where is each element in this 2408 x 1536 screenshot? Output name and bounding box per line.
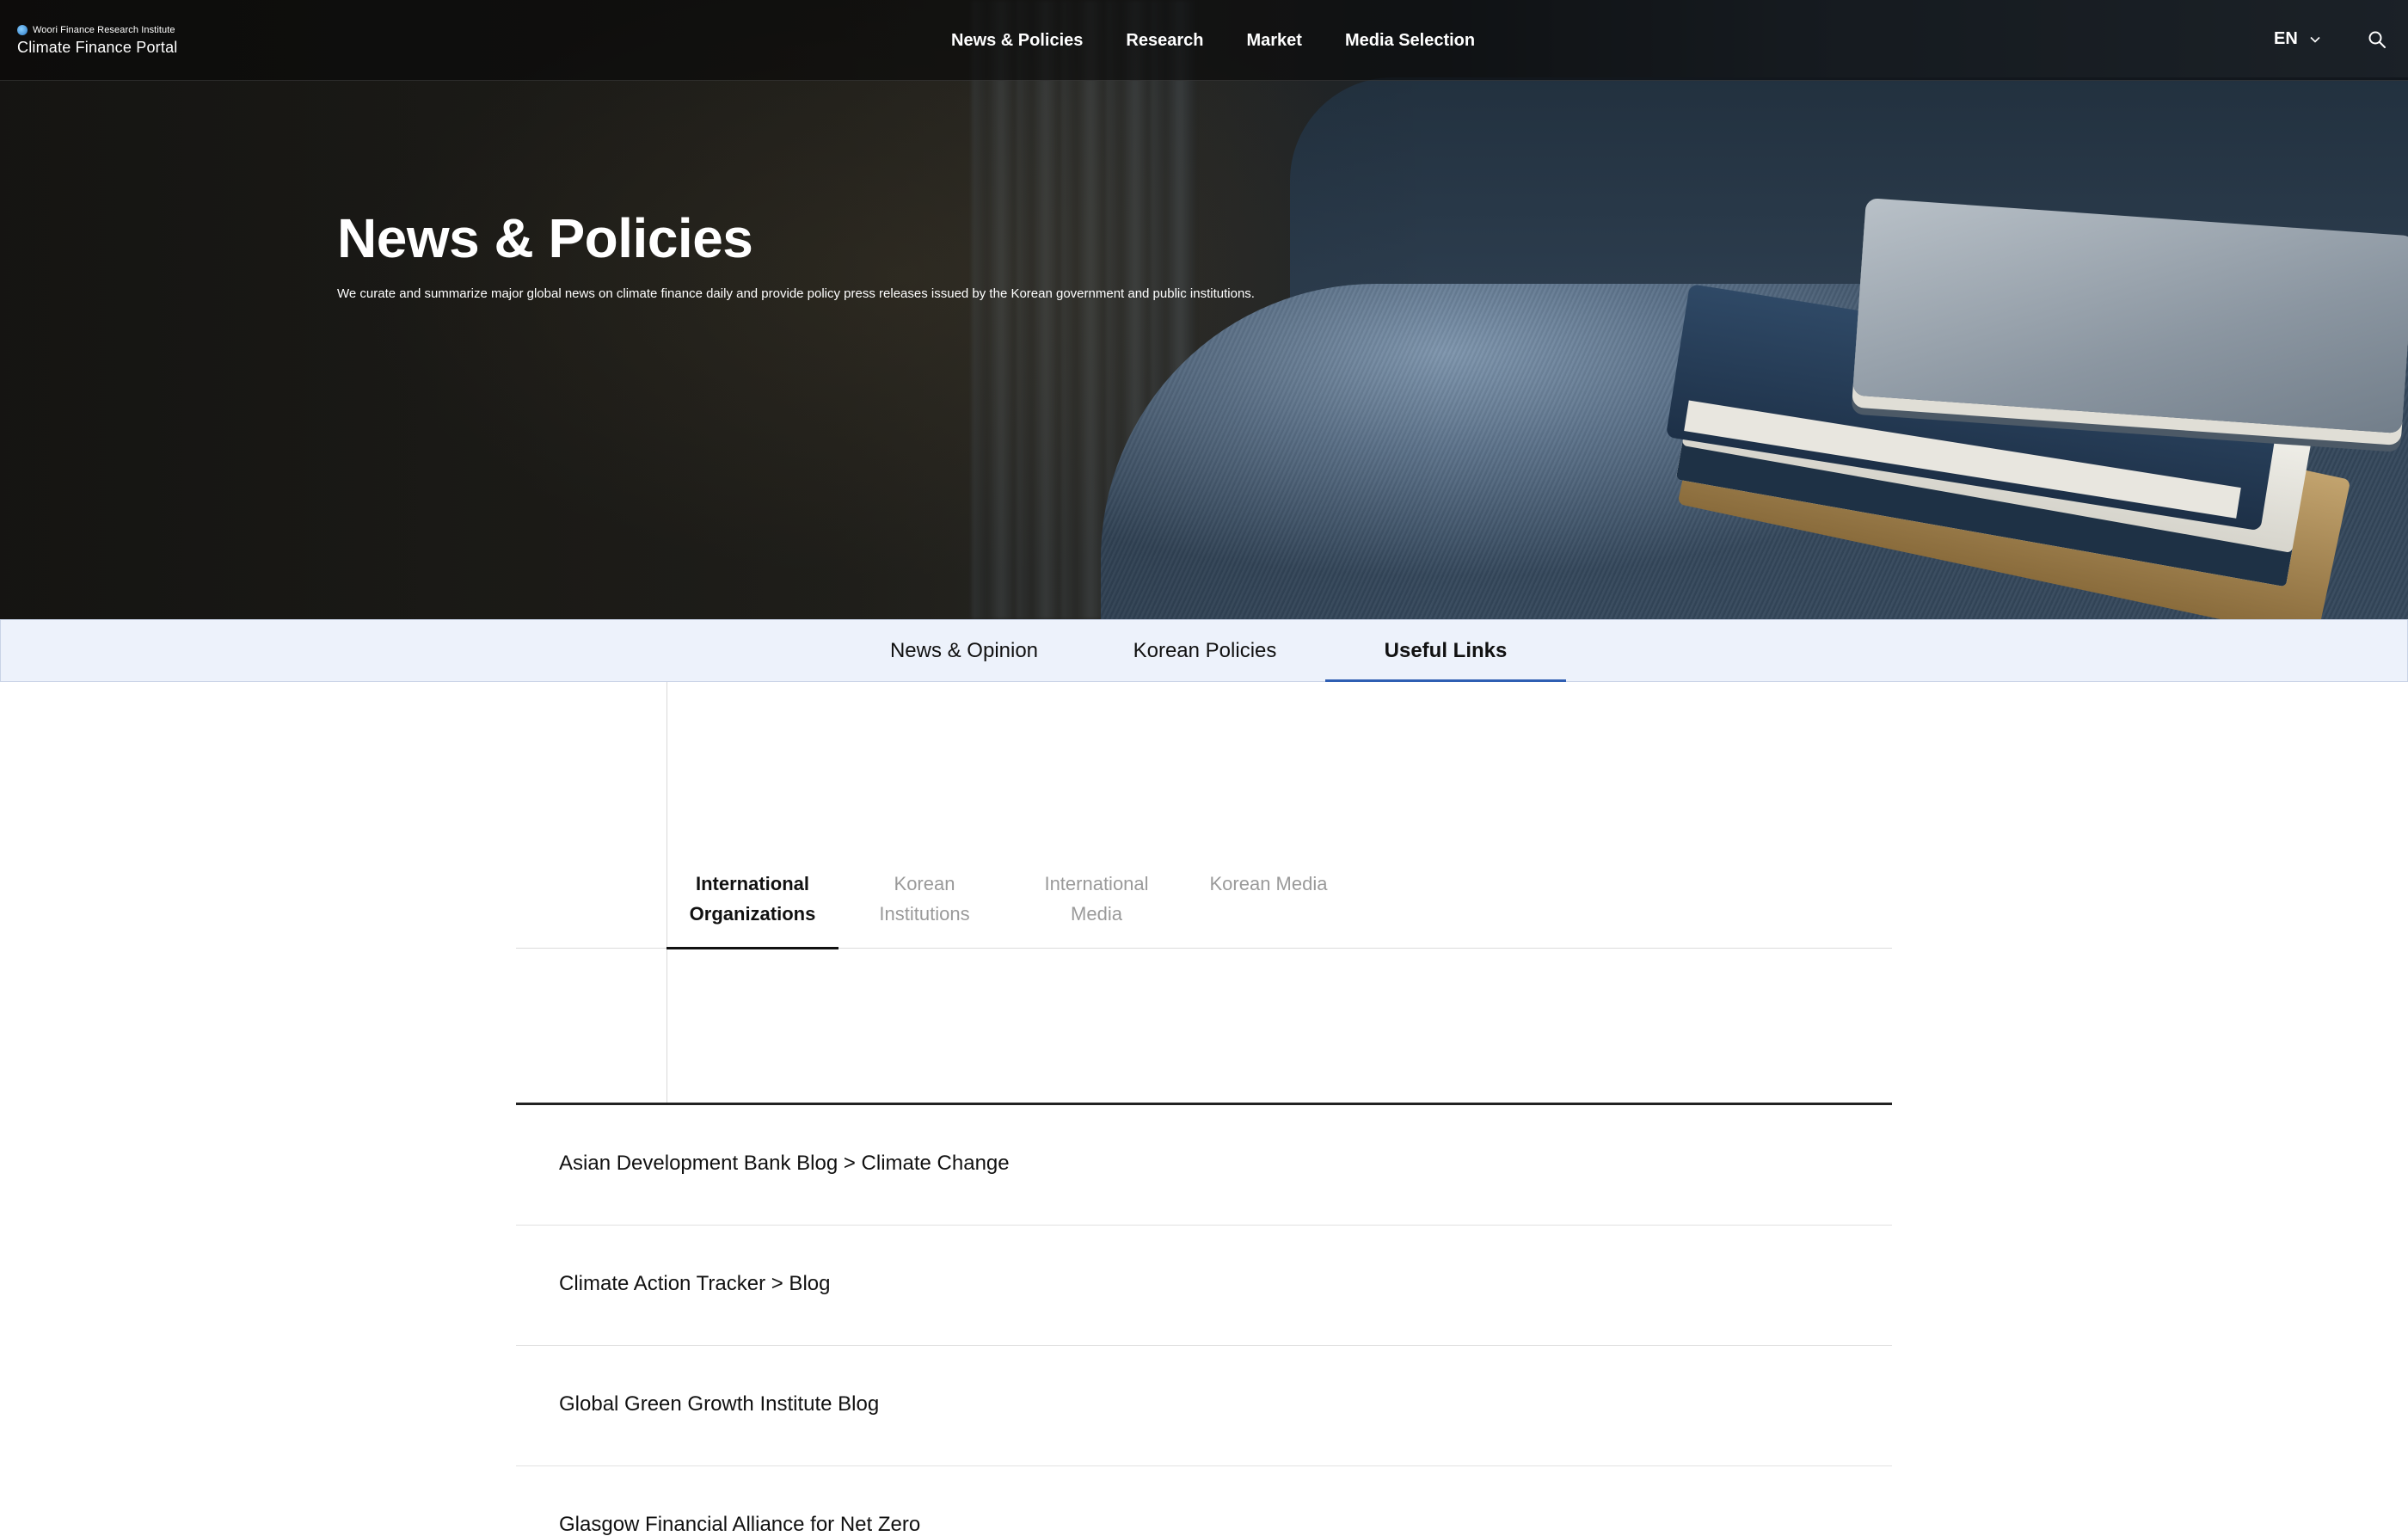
link-text[interactable]: Glasgow Financial Alliance for Net Zero (559, 1513, 920, 1536)
subtab-korean-media[interactable]: Korean Media (1182, 869, 1354, 899)
hero-banner (0, 0, 2408, 619)
nav-market[interactable]: Market (1246, 31, 1301, 51)
tab-useful-links[interactable]: Useful Links (1325, 620, 1566, 682)
top-navigation-bar: Woori Finance Research Institute Climate… (0, 0, 2408, 81)
subtab-label-line1: International (1044, 873, 1149, 894)
nav-news-policies[interactable]: News & Policies (951, 31, 1083, 51)
main-navigation: News & Policies Research Market Media Se… (951, 0, 1518, 81)
tab-korean-policies[interactable]: Korean Policies (1102, 620, 1308, 682)
subtab-label-line1: International (695, 873, 809, 894)
subtab-label-line2: Media (1071, 903, 1122, 925)
logo-globe-icon (17, 25, 28, 35)
list-item[interactable]: Climate Action Tracker > Blog (516, 1226, 1892, 1346)
site-logo[interactable]: Woori Finance Research Institute Climate… (17, 24, 177, 57)
list-item[interactable]: Global Green Growth Institute Blog (516, 1346, 1892, 1466)
chevron-down-icon (2310, 36, 2320, 43)
page-description: We curate and summarize major global new… (337, 286, 1255, 301)
link-text[interactable]: Climate Action Tracker > Blog (559, 1272, 830, 1296)
section-tabs: News & Opinion Korean Policies Useful Li… (0, 619, 2408, 682)
nav-media-selection[interactable]: Media Selection (1345, 31, 1475, 51)
language-selector[interactable]: EN (2274, 29, 2320, 49)
link-text[interactable]: Asian Development Bank Blog > Climate Ch… (559, 1152, 1010, 1176)
subtab-label-line1: Korean (894, 873, 955, 894)
subtab-international-organizations[interactable]: International Organizations (666, 869, 838, 949)
subtab-label-line1: Korean Media (1209, 873, 1328, 894)
list-item[interactable]: Asian Development Bank Blog > Climate Ch… (516, 1105, 1892, 1226)
subtab-label-line2: Institutions (879, 903, 970, 925)
tab-news-opinion[interactable]: News & Opinion (861, 620, 1067, 682)
search-icon[interactable] (2367, 29, 2387, 50)
subtab-label-line2: Organizations (689, 903, 816, 925)
subtab-international-media[interactable]: International Media (1010, 869, 1182, 929)
nav-research[interactable]: Research (1126, 31, 1203, 51)
language-label: EN (2274, 29, 2298, 48)
subtab-korean-institutions[interactable]: Korean Institutions (838, 869, 1010, 929)
logo-title: Climate Finance Portal (17, 39, 178, 56)
hero-overlay (0, 0, 2408, 619)
page-title: News & Policies (337, 207, 753, 269)
list-item[interactable]: Glasgow Financial Alliance for Net Zero (516, 1466, 1892, 1536)
logo-subtitle: Woori Finance Research Institute (17, 24, 177, 36)
logo-subtitle-text: Woori Finance Research Institute (33, 25, 175, 35)
link-text[interactable]: Global Green Growth Institute Blog (559, 1392, 879, 1416)
